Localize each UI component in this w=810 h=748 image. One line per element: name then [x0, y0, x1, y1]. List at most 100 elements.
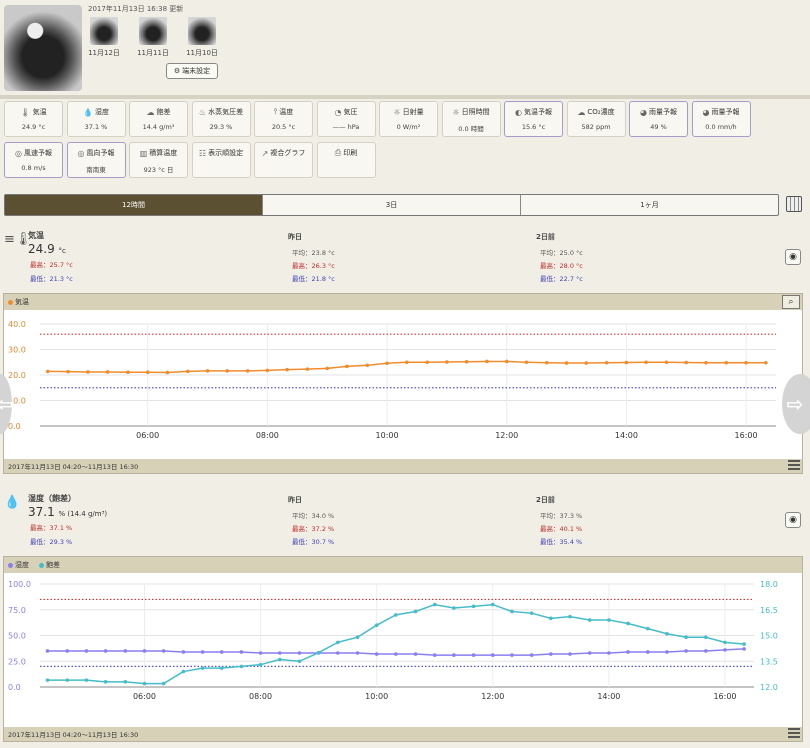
co2-icon: ☁: [577, 107, 586, 117]
data-point: [66, 369, 70, 374]
data-point: [84, 649, 89, 653]
data-point: [452, 653, 456, 657]
tile-vapor[interactable]: ♨ 水蒸気圧差 29.3 %: [191, 101, 251, 137]
data-point: [764, 360, 768, 365]
tile-forecast-temp[interactable]: ◐ 気温予報 15.6 °c: [504, 101, 563, 137]
wind-direction-icon: ◎: [77, 148, 85, 158]
main-photo[interactable]: [4, 5, 82, 91]
temp-today-min: 最低：21.3 °c: [30, 275, 73, 283]
temp-chart: 0.010.020.030.040.006:00 08:00 10:00 12:00 1…: [8, 320, 776, 440]
temperature-section: ≡🌡 気温 24.9 °c 最高：25.7 °c 最低：21.3 °c 昨日 平…: [0, 224, 810, 474]
humid-today-min: 最低：29.3 %: [30, 538, 73, 546]
x-tick-label: 16:00: [713, 692, 736, 701]
data-point: [374, 623, 379, 627]
thumbnail-photo[interactable]: [139, 17, 167, 45]
data-point: [723, 640, 727, 645]
data-point: [123, 680, 128, 684]
tile-rain[interactable]: ◕ 雨量予報 49 %: [629, 101, 688, 137]
tile-value: 49 %: [650, 123, 667, 131]
record-button[interactable]: ◉: [785, 512, 801, 528]
tile-droplets[interactable]: 💧 湿度 37.1 %: [66, 101, 126, 137]
data-point: [161, 649, 166, 653]
terminal-settings-label: 端末設定: [182, 67, 211, 75]
tile-wind-direction[interactable]: ◎ 風向予報 南南東: [66, 142, 126, 178]
data-point: [374, 652, 379, 656]
tile-sun-time[interactable]: ☼ 日照時間 0.0 時間: [441, 101, 501, 137]
two-days-max: 最高：28.0 °c: [540, 262, 583, 270]
data-point: [471, 604, 476, 609]
y2-tick-label: 13.5: [760, 657, 778, 666]
tile-title: ☷ 表示順設定: [193, 148, 250, 158]
header: 2017年11月13日 16:38 更新 11月12日 11月11日 11月10…: [0, 0, 810, 96]
humid-range-label: 2017年11月13日 04:20～11月13日 16:30: [8, 731, 139, 739]
tile-gauge[interactable]: ◔ 気圧 —— hPa: [316, 101, 376, 137]
y2-tick-label: 12.0: [760, 683, 778, 692]
data-point: [684, 649, 688, 653]
record-button[interactable]: ◉: [785, 249, 801, 265]
data-point: [564, 361, 569, 365]
tile-thermometer[interactable]: 🌡 気温 24.9 °c: [4, 101, 63, 137]
humid-name: 湿度（飽差）: [28, 494, 76, 503]
tab-1m[interactable]: 1ヶ月: [521, 195, 778, 215]
tile-label: 雨量予報: [711, 108, 740, 116]
x-tick-label: 06:00: [133, 692, 156, 701]
data-point: [355, 651, 360, 655]
arrow-left-icon: ⇦: [0, 392, 14, 416]
data-point: [355, 635, 360, 640]
data-point: [568, 652, 572, 656]
data-point: [684, 635, 688, 640]
data-point: [425, 360, 429, 365]
tile-composite-graph[interactable]: ↗ 複合グラフ: [254, 142, 313, 178]
data-point: [607, 651, 611, 655]
tile-co2[interactable]: ☁ CO₂濃度 582 ppm: [566, 101, 626, 137]
tile-value: 0.0 時間: [458, 125, 484, 133]
tile-accumulated-temp[interactable]: ▥ 積算温度 923 °c 日: [129, 142, 188, 178]
y-tick-label: 40.0: [8, 320, 26, 329]
data-point: [45, 649, 50, 653]
tile-cloud[interactable]: ☁ 飽差 14.4 g/m³: [129, 101, 188, 137]
sun-icon: ☼: [393, 107, 401, 117]
data-point: [744, 360, 748, 365]
tile-rain-amount[interactable]: ◕ 雨量予報 0.0 mm/h: [691, 101, 751, 137]
data-point: [645, 650, 650, 654]
tile-label: 積算温度: [149, 149, 178, 157]
tile-value: 20.5 °c: [271, 123, 296, 131]
x-tick-label: 10:00: [365, 692, 388, 701]
legend-item[interactable]: 気温: [8, 297, 29, 307]
y2-tick-label: 16.5: [760, 606, 778, 615]
tile-label: CO₂濃度: [587, 108, 615, 116]
humid-chart-panel: 湿度 飽差 0.0 25.0 50.0 75.0 100.0 12.0 13.5 15.0 16…: [3, 556, 803, 742]
tile-label: 水蒸気圧差: [208, 108, 244, 116]
data-point: [142, 649, 147, 653]
tab-3d[interactable]: 3日: [263, 195, 521, 215]
next-arrow-button[interactable]: ⇨: [782, 374, 810, 434]
tile-sun[interactable]: ☼ 日射量 0 W/m²: [379, 101, 438, 137]
thumbnail-photo[interactable]: [90, 17, 118, 45]
temp-range-label: 2017年11月13日 04:20～11月13日 16:30: [8, 463, 139, 471]
zoom-icon[interactable]: ⌕: [782, 295, 800, 309]
thumbnail-photo[interactable]: [188, 17, 216, 45]
rain-amount-icon: ◕: [702, 107, 710, 117]
tile-wind[interactable]: ◎ 風速予報 0.8 m/s: [4, 142, 63, 178]
data-point: [665, 650, 669, 654]
tile-soil-temp[interactable]: ⫯ 温度 20.5 °c: [254, 101, 313, 137]
tile-label: 気圧: [343, 108, 358, 116]
vapor-icon: ♨: [198, 107, 207, 117]
data-point: [103, 680, 108, 684]
tab-12h[interactable]: 12時間: [5, 195, 263, 215]
list-icon[interactable]: [788, 728, 800, 739]
data-point: [285, 367, 289, 372]
legend-item[interactable]: 飽差: [39, 560, 60, 570]
terminal-settings-button[interactable]: ⚙ 端末設定: [166, 63, 218, 79]
divider: [0, 95, 810, 99]
tile-value: 0.0 mm/h: [705, 123, 737, 131]
data-point: [165, 370, 170, 375]
data-point: [200, 666, 205, 670]
legend-item[interactable]: 湿度: [8, 560, 29, 570]
list-icon[interactable]: [788, 460, 800, 471]
order-settings-icon: ☷: [198, 148, 207, 158]
calendar-icon[interactable]: [786, 196, 802, 212]
tile-order-settings[interactable]: ☷ 表示順設定: [191, 142, 251, 178]
data-point: [568, 614, 572, 619]
tile-print[interactable]: ⎙ 印刷: [316, 142, 376, 178]
